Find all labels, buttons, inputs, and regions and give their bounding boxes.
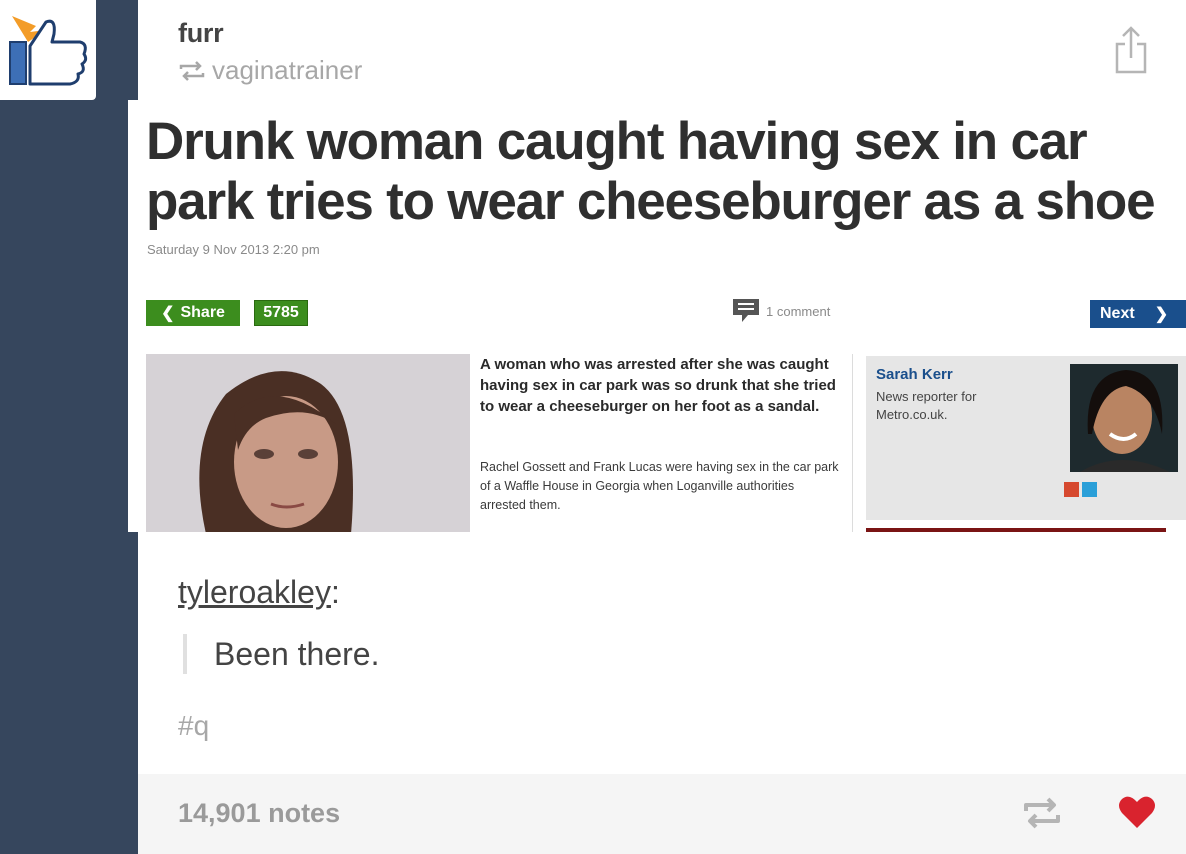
author-social-links — [1064, 482, 1097, 497]
article-photo — [146, 354, 470, 532]
author-box-accent — [866, 528, 1166, 532]
comment-icon — [733, 299, 759, 322]
share-count: 5785 — [254, 300, 308, 326]
article-date: Saturday 9 Nov 2013 2:20 pm — [147, 242, 320, 257]
reblog-source-name: vaginatrainer — [212, 55, 363, 85]
comment-attribution: tyleroakley: — [178, 574, 340, 611]
blockquote-bar — [183, 634, 187, 674]
twitter-icon[interactable] — [1082, 482, 1097, 497]
article-screenshot: Drunk woman caught having sex in car par… — [128, 100, 1186, 532]
reblog-small-icon — [179, 60, 205, 81]
attribution-separator: : — [330, 574, 340, 610]
article-headline: Drunk woman caught having sex in car par… — [146, 112, 1156, 231]
comment-link[interactable]: 1 comment — [732, 298, 830, 324]
blog-avatar[interactable] — [0, 0, 96, 100]
author-box: Sarah Kerr News reporter for Metro.co.uk… — [866, 356, 1186, 520]
thumbs-up-icon — [9, 16, 88, 86]
next-button-label: Next — [1100, 305, 1135, 322]
chevron-right-icon: ❯ — [1154, 306, 1169, 323]
comment-count: 1 comment — [766, 303, 831, 319]
share-icon[interactable] — [1114, 26, 1148, 79]
post-tag[interactable]: #q — [178, 710, 209, 742]
share-button-label: Share — [180, 304, 225, 321]
column-divider — [852, 354, 853, 532]
reblog-icon[interactable] — [1022, 796, 1062, 835]
reblog-source[interactable]: vaginatrainer — [178, 55, 362, 86]
commenter-link[interactable]: tyleroakley — [178, 574, 331, 610]
comment-text: Been there. — [214, 636, 380, 672]
author-role: News reporter for Metro.co.uk. — [876, 389, 977, 422]
google-plus-icon[interactable] — [1064, 482, 1079, 497]
heart-icon[interactable] — [1118, 794, 1156, 835]
article-body: Rachel Gossett and Frank Lucas were havi… — [480, 460, 839, 512]
post-footer: 14,901 notes — [138, 774, 1186, 854]
share-arrow-icon: ❮ — [161, 305, 175, 322]
next-button[interactable]: Next ❯ — [1090, 300, 1186, 328]
notes-count[interactable]: 14,901 notes — [178, 798, 340, 829]
author-name[interactable]: Sarah Kerr — [876, 366, 953, 383]
author-photo — [1070, 364, 1178, 472]
share-button[interactable]: ❮ Share — [146, 300, 240, 326]
post-author[interactable]: furr — [178, 18, 224, 49]
article-lead: A woman who was arrested after she was c… — [480, 356, 836, 415]
